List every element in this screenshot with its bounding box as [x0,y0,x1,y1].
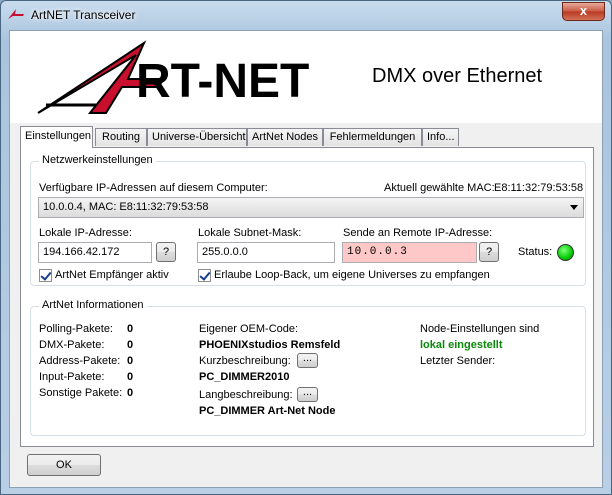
available-ips-label: Verfügbare IP-Adressen auf diesem Comput… [39,182,268,194]
artnet-info-legend: ArtNet Informationen [39,299,147,311]
receiver-active-label: ArtNet Empfänger aktiv [55,269,169,281]
artnet-logo: RT-NET [37,40,309,114]
remote-ip-label: Sende an Remote IP-Adresse: [343,227,493,239]
status-indicator-icon [557,244,574,261]
client-area: RT-NET DMX over Ethernet Einstellungen R… [9,30,603,488]
status-label: Status: [518,246,553,258]
loopback-label: Erlaube Loop-Back, um eigene Universes z… [214,269,490,281]
subnet-mask-input[interactable]: 255.0.0.0 [197,242,335,263]
receiver-active-checkbox[interactable] [39,269,52,282]
polling-packets-label: Polling-Pakete: [39,323,113,335]
input-packets-value: 0 [127,371,134,383]
ip-address-select-value: 10.0.0.4, MAC: E8:11:32:79:53:58 [43,201,209,213]
ip-address-select[interactable]: 10.0.0.4, MAC: E8:11:32:79:53:58 [38,197,584,218]
short-description-label: Kurzbeschreibung: [199,355,291,367]
network-settings-group: Netzwerkeinstellungen Verfügbare IP-Adre… [30,154,586,286]
local-ip-label: Lokale IP-Adresse: [39,227,132,239]
network-settings-legend: Netzwerkeinstellungen [39,154,156,166]
long-description-edit-button[interactable]: ... [297,387,318,402]
close-window-button[interactable]: x [562,2,605,21]
short-description-value: PC_DIMMER2010 [199,371,290,383]
artnet-app-icon [8,9,24,19]
current-mac-value: E8:11:32:79:53:58 [494,182,584,194]
oem-code-value: PHOENIXstudios Remsfeld [199,339,341,351]
long-description-value: PC_DIMMER Art-Net Node [199,405,336,417]
local-ip-help-button[interactable]: ? [156,242,176,262]
dmx-packets-value: 0 [127,339,134,351]
banner-tagline: DMX over Ethernet [372,65,543,87]
tab-artnet-nodes[interactable]: ArtNet Nodes [247,128,323,146]
remote-ip-help-button[interactable]: ? [479,242,499,262]
artnet-info-group: ArtNet Informationen Polling-Pakete: 0 D… [30,299,586,436]
tab-einstellungen[interactable]: Einstellungen [20,126,93,148]
short-description-edit-button[interactable]: ... [297,353,318,368]
local-ip-input[interactable]: 194.166.42.172 [38,242,152,263]
other-packets-value: 0 [127,387,134,399]
node-settings-value: lokal eingestellt [420,339,503,351]
remote-ip-input[interactable]: 10.0.0.3 [342,242,477,263]
address-packets-value: 0 [127,355,134,367]
subnet-mask-label: Lokale Subnet-Mask: [198,227,302,239]
settings-tab-panel: Netzwerkeinstellungen Verfügbare IP-Adre… [20,147,594,447]
dmx-packets-label: DMX-Pakete: [39,339,105,351]
current-mac-label: Aktuell gewählte MAC: [384,182,495,194]
node-settings-label: Node-Einstellungen sind [420,323,540,335]
ok-button[interactable]: OK [27,454,101,476]
tab-info[interactable]: Info... [422,128,459,146]
tab-fehlermeldungen[interactable]: Fehlermeldungen [323,128,422,146]
tab-routing[interactable]: Routing [95,128,147,146]
polling-packets-value: 0 [127,323,134,335]
address-packets-label: Address-Pakete: [39,355,121,367]
last-sender-label: Letzter Sender: [420,355,496,367]
loopback-checkbox[interactable] [198,269,211,282]
input-packets-label: Input-Pakete: [39,371,105,383]
chevron-down-icon [570,205,578,210]
long-description-label: Langbeschreibung: [199,389,293,401]
window-title: ArtNET Transceiver [31,8,136,22]
logo-text: RT-NET [136,55,309,108]
oem-code-label: Eigener OEM-Code: [199,323,299,335]
artnet-transceiver-window: ArtNET Transceiver x RT-NET DMX over Eth… [0,0,612,495]
other-packets-label: Sonstige Pakete: [39,387,123,399]
close-icon: x [579,3,588,18]
header-banner: RT-NET DMX over Ethernet [10,31,602,123]
tab-universe-uebersicht[interactable]: Universe-Übersicht [147,128,247,146]
title-bar[interactable]: ArtNET Transceiver x [1,1,611,29]
